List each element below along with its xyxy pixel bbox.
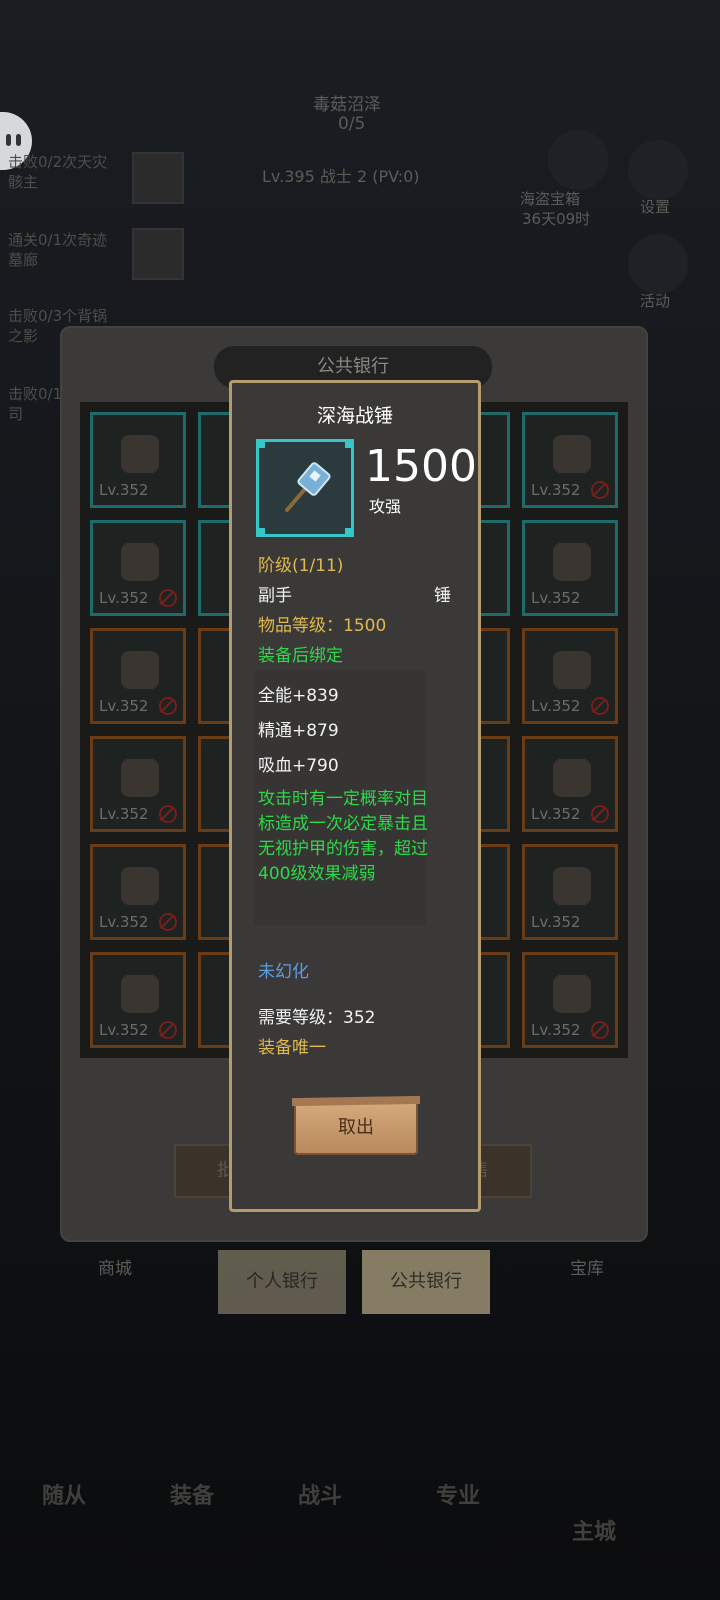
gear-icon[interactable] xyxy=(628,140,688,200)
bank-slot[interactable]: Lv.352 xyxy=(522,844,618,940)
armor-icon xyxy=(121,543,159,581)
zone-name: 毒菇沼泽 xyxy=(313,95,381,115)
shop-label: 商城 xyxy=(98,1259,132,1279)
ban-icon xyxy=(591,1021,609,1039)
item-effect: 攻击时有一定概率对目标造成一次必定暴击且无视护甲的伤害，超过400级效果减弱 xyxy=(258,789,428,884)
item-tooltip: 深海战锤 1500 攻强 阶级(1/11) 副手 锤 物品等级：1500 装备后… xyxy=(229,380,481,1212)
ban-icon xyxy=(159,697,177,715)
transmog-status: 未幻化 xyxy=(258,962,309,982)
required-level: 需要等级：352 xyxy=(258,1008,376,1028)
ban-icon xyxy=(591,697,609,715)
stat-versatility: 全能+839 xyxy=(258,686,339,706)
tab-public-bank[interactable]: 公共银行 xyxy=(362,1250,490,1314)
item-level: 物品等级：1500 xyxy=(258,616,387,636)
bank-slot[interactable]: Lv.352 xyxy=(90,844,186,940)
take-out-button[interactable]: 取出 xyxy=(294,1101,418,1155)
bind-status: 装备后绑定 xyxy=(258,646,343,666)
bank-slot[interactable]: Lv.352 xyxy=(522,520,618,616)
stat-mastery: 精通+879 xyxy=(258,721,339,741)
bank-slot[interactable]: Lv.352 xyxy=(90,520,186,616)
vault-label: 宝库 xyxy=(570,1259,604,1279)
bank-slot[interactable]: Lv.352 xyxy=(90,952,186,1048)
boots-icon xyxy=(553,975,591,1013)
bank-slot[interactable]: Lv.352 xyxy=(522,952,618,1048)
ban-icon xyxy=(591,805,609,823)
item-power: 1500 xyxy=(365,441,477,492)
event-label: 活动 xyxy=(640,292,671,310)
item-tier: 阶级(1/11) xyxy=(258,556,344,576)
helm-icon xyxy=(121,975,159,1013)
nav-equipment[interactable]: 装备 xyxy=(170,1478,214,1510)
tab-personal-bank[interactable]: 个人银行 xyxy=(218,1250,346,1314)
bank-slot[interactable]: Lv.352 xyxy=(522,736,618,832)
item-icon-frame xyxy=(256,439,354,537)
helmet-icon xyxy=(121,651,159,689)
ban-icon xyxy=(591,481,609,499)
quest-thumb xyxy=(132,152,184,204)
staff-icon xyxy=(121,435,159,473)
crown-icon xyxy=(121,759,159,797)
bank-slot[interactable]: Lv.352 xyxy=(90,628,186,724)
nav-followers[interactable]: 随从 xyxy=(42,1478,86,1510)
hat-icon xyxy=(121,867,159,905)
ban-icon xyxy=(159,805,177,823)
treasure-icon[interactable] xyxy=(548,130,608,190)
stat-lifesteal: 吸血+790 xyxy=(258,756,339,776)
player-line: Lv.395 战士 2 (PV:0) xyxy=(262,167,420,186)
item-slot: 副手 xyxy=(258,586,292,606)
ban-icon xyxy=(159,913,177,931)
hammer-slot-icon xyxy=(553,543,591,581)
shoulder-icon xyxy=(553,435,591,473)
settings-label: 设置 xyxy=(640,198,671,216)
quest-thumb xyxy=(132,228,184,280)
mask-icon xyxy=(553,867,591,905)
quest-line-2: 通关0/1次奇迹墓廊 xyxy=(8,231,108,269)
hat-icon xyxy=(553,759,591,797)
item-type: 锤 xyxy=(434,586,451,606)
bank-slot[interactable]: Lv.352 xyxy=(522,412,618,508)
item-name: 深海战锤 xyxy=(316,405,393,427)
treasure-label: 海盗宝箱 xyxy=(520,190,581,208)
hammer-icon xyxy=(285,462,331,512)
bank-slot[interactable]: Lv.352 xyxy=(90,736,186,832)
ban-icon xyxy=(159,589,177,607)
event-icon[interactable] xyxy=(628,234,688,294)
nav-battle[interactable]: 战斗 xyxy=(298,1478,342,1510)
bank-slot[interactable]: Lv.352 xyxy=(522,628,618,724)
unique-equip: 装备唯一 xyxy=(258,1038,326,1058)
nav-profession[interactable]: 专业 xyxy=(436,1478,480,1510)
helmet-icon xyxy=(553,651,591,689)
nav-main-city[interactable]: 主城 xyxy=(572,1514,616,1546)
zone-count: 0/5 xyxy=(338,114,366,134)
ban-icon xyxy=(159,1021,177,1039)
quest-line-1: 击败0/2次天灾骸主 xyxy=(8,153,108,191)
bank-slot[interactable]: Lv.352 xyxy=(90,412,186,508)
power-label: 攻强 xyxy=(369,497,402,516)
treasure-timer: 36天09时 xyxy=(522,210,591,228)
